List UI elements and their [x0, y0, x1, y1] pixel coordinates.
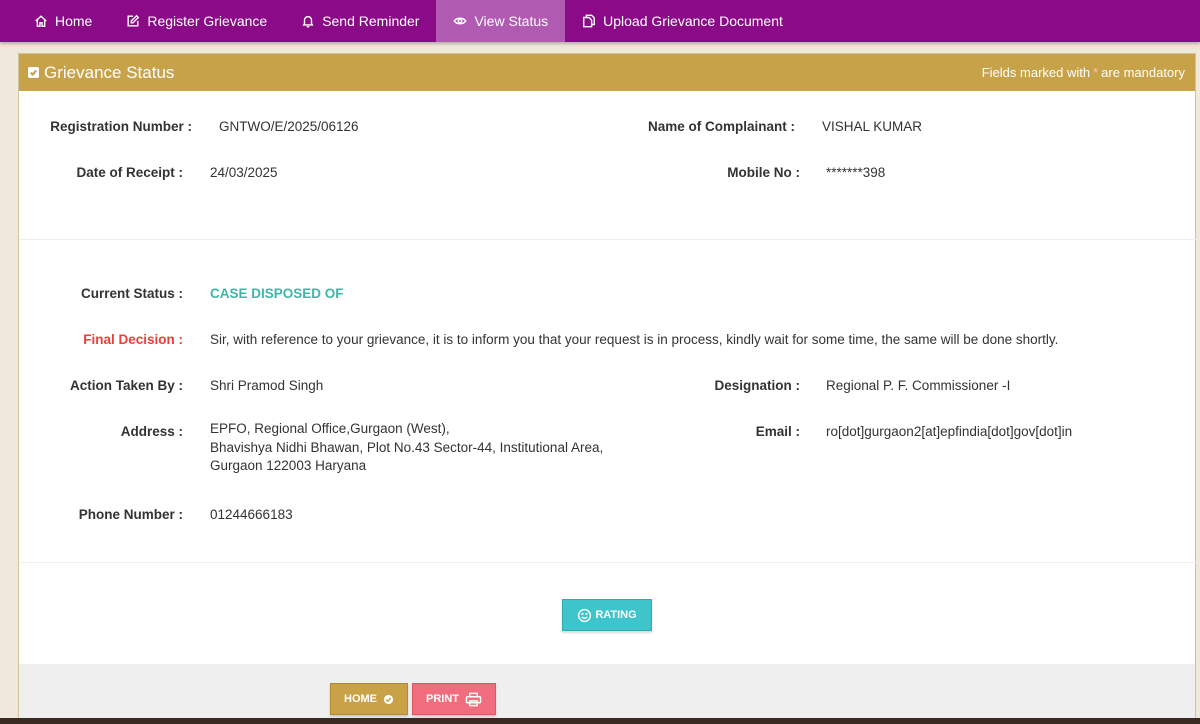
grievance-status-panel: Grievance Status Fields marked with * are … — [18, 53, 1197, 724]
final-decision-label: Final Decision : — [83, 332, 183, 347]
address-line: Bhavishya Nidhi Bhawan, Plot No.43 Secto… — [210, 439, 604, 455]
designation-label: Designation : — [714, 378, 800, 393]
date-of-receipt-value: 24/03/2025 — [210, 165, 278, 180]
nav-send-reminder[interactable]: Send Reminder — [284, 0, 436, 42]
current-status-label: Current Status : — [80, 286, 183, 301]
panel-header: Grievance Status Fields marked with * are … — [19, 54, 1195, 91]
address-line: EPFO, Regional Office,Gurgaon (West), — [210, 421, 450, 436]
mobile-value: *******398 — [826, 165, 886, 180]
top-navigation: Home Register Grievance Send Reminder Vi… — [0, 0, 1200, 42]
date-of-receipt-label: Date of Receipt : — [76, 165, 183, 180]
home-button[interactable]: HOME — [330, 683, 408, 715]
email-value: ro[dot]gurgaon2[at]epfindia[dot]gov[dot]… — [826, 424, 1073, 439]
bell-icon — [302, 15, 314, 28]
nav-view-status-label: View Status — [474, 13, 549, 29]
printer-icon — [465, 692, 482, 706]
check-circle-icon — [383, 694, 394, 704]
address-value: EPFO, Regional Office,Gurgaon (West), Bh… — [210, 420, 603, 476]
final-decision-value: Sir, with reference to your grievance, i… — [210, 332, 1059, 347]
smiley-icon — [578, 608, 592, 622]
designation-value: Regional P. F. Commissioner -I — [826, 378, 1011, 393]
mandatory-note: Fields marked with * are mandatory — [982, 65, 1185, 80]
current-status-value: CASE DISPOSED OF — [210, 286, 344, 301]
home-icon — [35, 15, 47, 27]
rating-button-label: RATING — [595, 609, 637, 621]
phone-number-label: Phone Number : — [78, 507, 183, 522]
phone-number-value: 01244666183 — [210, 507, 293, 522]
registration-number-value: GNTWO/E/2025/06126 — [219, 119, 359, 134]
mandatory-prefix: Fields marked with — [981, 65, 1091, 80]
divider — [19, 562, 1197, 563]
action-taken-value: Shri Pramod Singh — [210, 378, 324, 393]
nav-register-grievance[interactable]: Register Grievance — [109, 0, 284, 42]
address-label: Address : — [120, 424, 183, 439]
nav-home-label: Home — [55, 13, 93, 29]
rating-button[interactable]: RATING — [562, 599, 652, 631]
page-bottom-strip — [0, 718, 1200, 724]
email-label: Email : — [755, 424, 800, 439]
panel-title: Grievance Status — [28, 63, 174, 83]
address-line: Gurgaon 122003 Haryana — [210, 458, 367, 473]
nav-view-status[interactable]: View Status — [436, 0, 566, 42]
complainant-value: VISHAL KUMAR — [822, 119, 923, 134]
registration-number-label: Registration Number : — [50, 119, 192, 134]
mandatory-star: * — [1093, 65, 1099, 80]
action-taken-label: Action Taken By : — [69, 378, 183, 393]
complainant-label: Name of Complainant : — [647, 119, 795, 134]
home-button-label: HOME — [344, 693, 377, 705]
nav-upload-grievance-document-label: Upload Grievance Document — [603, 13, 783, 29]
edit-icon — [127, 14, 140, 27]
print-button[interactable]: PRINT — [412, 683, 496, 715]
documents-icon — [583, 14, 596, 28]
footer-band — [19, 664, 1195, 724]
print-button-label: PRINT — [426, 693, 459, 705]
nav-register-grievance-label: Register Grievance — [147, 13, 268, 29]
mandatory-suffix: are mandatory — [1101, 65, 1185, 80]
nav-upload-grievance-document[interactable]: Upload Grievance Document — [565, 0, 800, 42]
checkbox-icon — [28, 67, 39, 78]
eye-icon — [453, 17, 467, 25]
divider — [19, 239, 1197, 240]
nav-home[interactable]: Home — [0, 0, 109, 42]
mobile-label: Mobile No : — [727, 165, 800, 180]
panel-title-text: Grievance Status — [44, 62, 175, 82]
nav-send-reminder-label: Send Reminder — [322, 13, 420, 29]
